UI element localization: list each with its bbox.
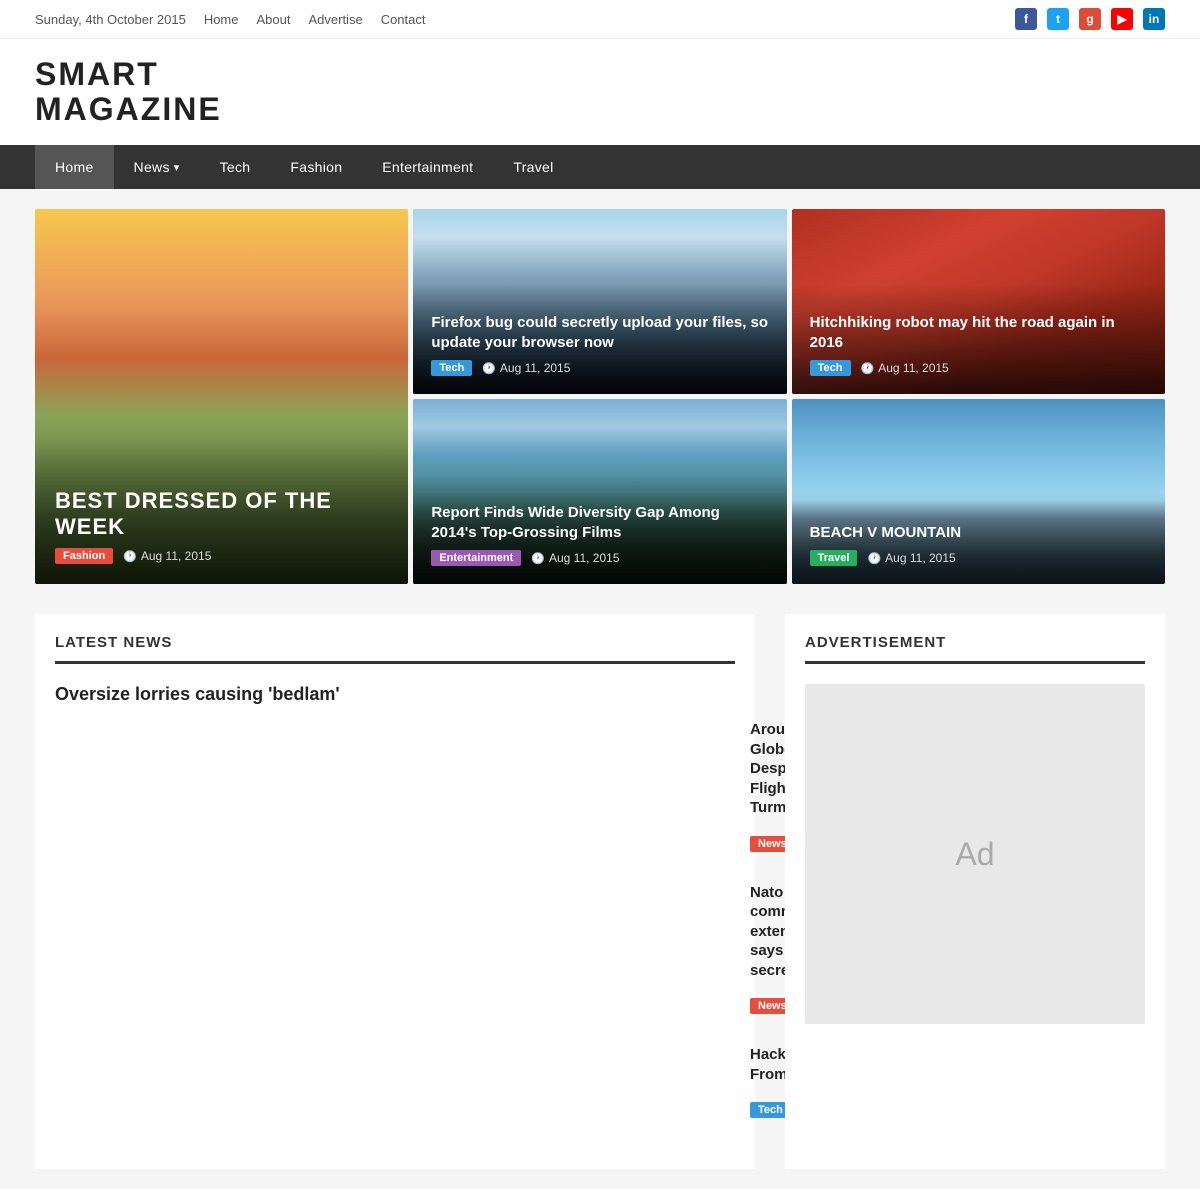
featured-main-tag[interactable]: Fashion [55, 548, 113, 564]
clock-icon [123, 549, 137, 563]
news-item-flight[interactable]: Around the Globe, a Desperate Flight Fro… [55, 720, 735, 865]
nav-news[interactable]: News [114, 145, 200, 189]
featured-main-overlay: BEST DRESSED OF THE WEEK Fashion Aug 11,… [35, 438, 408, 585]
featured-beach-title: BEACH V MOUNTAIN [810, 523, 1147, 543]
featured-beach-date: Aug 11, 2015 [867, 551, 955, 565]
ad-box: Ad [805, 684, 1145, 1024]
news-item-nato[interactable]: Nato force commitment extended, says def… [55, 883, 735, 1028]
featured-item-firefox[interactable]: Firefox bug could secretly upload your f… [413, 209, 786, 394]
linkedin-icon[interactable]: in [1143, 8, 1165, 30]
featured-firefox-overlay: Firefox bug could secretly upload your f… [413, 283, 786, 394]
nav-advertise-link[interactable]: Advertise [308, 12, 362, 27]
logo-line1: SMART [35, 57, 1165, 92]
clock-icon-3 [861, 361, 875, 375]
featured-item-diversity[interactable]: Report Finds Wide Diversity Gap Among 20… [413, 399, 786, 584]
featured-robot-date: Aug 11, 2015 [861, 361, 949, 375]
google-plus-icon[interactable]: g [1079, 8, 1101, 30]
featured-robot-tag[interactable]: Tech [810, 360, 851, 376]
nav-home-link[interactable]: Home [204, 12, 239, 27]
featured-robot-overlay: Hitchhiking robot may hit the road again… [792, 283, 1165, 394]
advertisement-title: ADVERTISEMENT [805, 634, 1145, 664]
main-navigation: Home News Tech Fashion Entertainment Tra… [0, 145, 1200, 189]
nav-tech[interactable]: Tech [200, 145, 271, 189]
clock-icon-5 [867, 551, 881, 565]
site-header: SMART MAGAZINE [0, 39, 1200, 145]
featured-firefox-title: Firefox bug could secretly upload your f… [431, 313, 768, 352]
featured-firefox-date: Aug 11, 2015 [482, 361, 570, 375]
nav-fashion[interactable]: Fashion [270, 145, 362, 189]
clock-icon-4 [531, 551, 545, 565]
featured-diversity-date: Aug 11, 2015 [531, 551, 619, 565]
advertisement-panel: ADVERTISEMENT Ad [785, 614, 1165, 1169]
nav-about-link[interactable]: About [257, 12, 291, 27]
featured-beach-meta: Travel Aug 11, 2015 [810, 550, 1147, 566]
youtube-icon[interactable]: ▶ [1111, 8, 1133, 30]
latest-news-title: LATEST NEWS [55, 634, 735, 664]
nav-travel[interactable]: Travel [493, 145, 573, 189]
nav-home[interactable]: Home [35, 145, 114, 189]
news-item-hackers[interactable]: Hackers From China Tech 🕐 Aug 10, 2015 [55, 1045, 735, 1131]
featured-firefox-tag[interactable]: Tech [431, 360, 472, 376]
nav-entertainment[interactable]: Entertainment [362, 145, 493, 189]
featured-main-title: BEST DRESSED OF THE WEEK [55, 488, 388, 541]
featured-diversity-meta: Entertainment Aug 11, 2015 [431, 550, 768, 566]
main-content: BEST DRESSED OF THE WEEK Fashion Aug 11,… [0, 189, 1200, 1189]
social-icons: f t g ▶ in [1015, 8, 1165, 30]
featured-firefox-meta: Tech Aug 11, 2015 [431, 360, 768, 376]
clock-icon-2 [482, 361, 496, 375]
featured-item-beach[interactable]: BEACH V MOUNTAIN Travel Aug 11, 2015 [792, 399, 1165, 584]
nav-news-dropdown: News [134, 159, 180, 175]
ad-text: Ad [955, 836, 994, 873]
featured-robot-title: Hitchhiking robot may hit the road again… [810, 313, 1147, 352]
featured-grid: BEST DRESSED OF THE WEEK Fashion Aug 11,… [35, 209, 1165, 584]
nav-contact-link[interactable]: Contact [381, 12, 426, 27]
featured-beach-overlay: BEACH V MOUNTAIN Travel Aug 11, 2015 [792, 493, 1165, 585]
main-news-card[interactable]: Oversize lorries causing 'bedlam' [55, 684, 735, 705]
featured-main-meta: Fashion Aug 11, 2015 [55, 548, 388, 564]
logo-line2: MAGAZINE [35, 92, 1165, 127]
latest-section: LATEST NEWS Oversize lorries causing 'be… [35, 614, 1165, 1169]
featured-main-date: Aug 11, 2015 [123, 549, 211, 563]
featured-diversity-title: Report Finds Wide Diversity Gap Among 20… [431, 503, 768, 542]
featured-diversity-tag[interactable]: Entertainment [431, 550, 521, 566]
featured-item-robot[interactable]: Hitchhiking robot may hit the road again… [792, 209, 1165, 394]
twitter-icon[interactable]: t [1047, 8, 1069, 30]
facebook-icon[interactable]: f [1015, 8, 1037, 30]
date-display: Sunday, 4th October 2015 [35, 12, 186, 27]
top-bar: Sunday, 4th October 2015 Home About Adve… [0, 0, 1200, 39]
latest-news-panel: LATEST NEWS Oversize lorries causing 'be… [35, 614, 755, 1169]
top-bar-left: Sunday, 4th October 2015 Home About Adve… [35, 12, 426, 27]
featured-beach-tag[interactable]: Travel [810, 550, 858, 566]
site-logo[interactable]: SMART MAGAZINE [35, 57, 1165, 127]
featured-diversity-overlay: Report Finds Wide Diversity Gap Among 20… [413, 473, 786, 584]
featured-robot-meta: Tech Aug 11, 2015 [810, 360, 1147, 376]
featured-main-card[interactable]: BEST DRESSED OF THE WEEK Fashion Aug 11,… [35, 209, 408, 584]
main-news-link[interactable]: Oversize lorries causing 'bedlam' [55, 684, 735, 705]
